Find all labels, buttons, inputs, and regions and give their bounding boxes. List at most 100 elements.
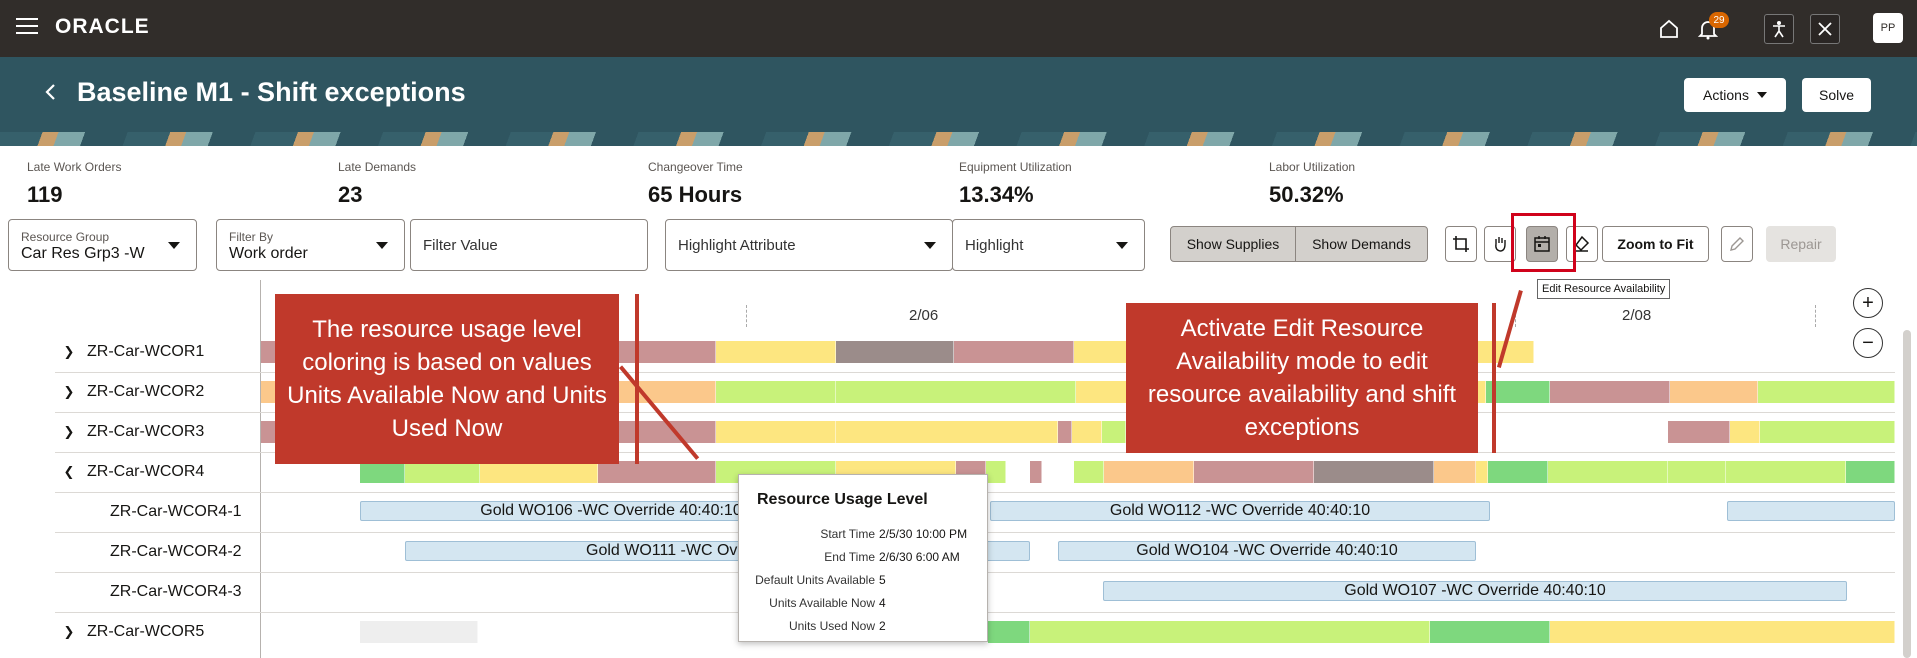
usage-level-segment[interactable] (1550, 621, 1895, 643)
usage-level-segment[interactable] (1548, 461, 1668, 483)
usage-level-segment[interactable] (405, 461, 480, 483)
usage-level-segment[interactable] (1758, 381, 1895, 403)
metric-value: 119 (27, 182, 63, 207)
usage-level-segment[interactable] (1476, 461, 1488, 483)
row-wcor4-1[interactable]: ZR-Car-WCOR4-1 (110, 492, 242, 532)
field-placeholder: Filter Value (423, 237, 498, 254)
usage-level-segment[interactable] (1194, 461, 1314, 483)
usage-level-segment[interactable] (1670, 381, 1758, 403)
accessibility-icon[interactable] (1764, 14, 1794, 44)
highlight-select[interactable]: Highlight (952, 219, 1145, 271)
row-wcor4-2[interactable]: ZR-Car-WCOR4-2 (110, 532, 242, 572)
usage-level-segment[interactable] (480, 461, 598, 483)
usage-level-segment[interactable] (716, 341, 836, 363)
usage-level-segment[interactable] (836, 381, 1076, 403)
usage-level-segment[interactable] (1030, 461, 1042, 483)
metric-label: Late Work Orders (27, 160, 122, 174)
metric-value: 23 (338, 182, 363, 207)
repair-button[interactable]: Repair (1766, 226, 1836, 262)
row-wcor2[interactable]: ❯ ZR-Car-WCOR2 (55, 372, 205, 412)
usage-level-segment[interactable] (1072, 421, 1102, 443)
popup-key: Units Available Now (769, 596, 875, 610)
chevron-right-icon[interactable]: ❯ (55, 384, 83, 400)
popup-row: Start Time 2/5/30 10:00 PM (739, 527, 989, 545)
usage-level-segment[interactable] (716, 421, 836, 443)
row-wcor4[interactable]: ❮ ZR-Car-WCOR4 (55, 452, 205, 492)
metric-label: Late Demands (338, 160, 417, 174)
usage-level-segment[interactable] (1760, 421, 1895, 443)
usage-level-segment[interactable] (1030, 621, 1430, 643)
usage-level-segment[interactable] (954, 341, 1074, 363)
work-order-bar[interactable] (1727, 501, 1895, 521)
usage-level-segment[interactable] (1668, 421, 1730, 443)
usage-level-segment[interactable] (1668, 461, 1726, 483)
metric-label: Equipment Utilization (959, 160, 1072, 174)
usage-level-segment[interactable] (1058, 421, 1072, 443)
eraser-tool-button[interactable] (1566, 226, 1598, 262)
zoom-to-fit-button[interactable]: Zoom to Fit (1602, 226, 1709, 262)
usage-level-segment[interactable] (1726, 461, 1846, 483)
usage-level-segment[interactable] (986, 461, 1006, 483)
metric-changeover-time: Changeover Time 65 Hours (648, 160, 743, 208)
chevron-left-icon[interactable] (44, 83, 58, 106)
edit-resource-availability-button[interactable] (1526, 226, 1558, 262)
filter-by-select[interactable]: Filter By Work order (216, 219, 405, 271)
callout-right: Activate Edit Resource Availability mode… (1126, 303, 1478, 453)
usage-level-segment[interactable] (836, 341, 954, 363)
usage-level-segment[interactable] (1102, 421, 1126, 443)
hand-icon (1495, 237, 1506, 252)
edit-button[interactable] (1721, 226, 1753, 262)
usage-level-segment[interactable] (1104, 461, 1194, 483)
home-icon[interactable] (1654, 14, 1684, 44)
chevron-right-icon[interactable]: ❯ (55, 624, 83, 640)
popup-value: 2/6/30 6:00 AM (879, 550, 960, 564)
popup-value: 4 (879, 596, 886, 610)
usage-level-segment[interactable] (360, 461, 405, 483)
actions-button[interactable]: Actions (1684, 78, 1786, 112)
chevron-down-icon[interactable]: ❮ (55, 464, 83, 480)
solve-button[interactable]: Solve (1802, 78, 1871, 112)
usage-level-segment[interactable] (360, 621, 478, 643)
row-wcor4-3[interactable]: ZR-Car-WCOR4-3 (110, 572, 242, 612)
highlight-attribute-select[interactable]: Highlight Attribute (665, 219, 953, 271)
resource-group-select[interactable]: Resource Group Car Res Grp3 -W (8, 219, 197, 271)
usage-level-segment[interactable] (1488, 461, 1548, 483)
row-wcor1[interactable]: ❯ ZR-Car-WCOR1 (55, 332, 205, 372)
usage-level-segment[interactable] (1550, 381, 1670, 403)
metric-label: Changeover Time (648, 160, 743, 174)
work-order-bar[interactable]: Gold WO107 -WC Override 40:40:10 (1103, 581, 1847, 601)
usage-level-segment[interactable] (1846, 461, 1895, 483)
metric-value: 50.32% (1269, 182, 1344, 207)
chevron-right-icon[interactable]: ❯ (55, 424, 83, 440)
show-demands-button[interactable]: Show Demands (1295, 226, 1428, 262)
row-label: ZR-Car-WCOR4-1 (110, 503, 242, 520)
usage-level-segment[interactable] (1434, 461, 1476, 483)
work-order-bar[interactable]: Gold WO104 -WC Override 40:40:10 (1058, 541, 1476, 561)
actions-label: Actions (1703, 87, 1749, 103)
zoom-out-button[interactable]: − (1853, 328, 1883, 358)
menu-icon[interactable] (16, 18, 38, 36)
usage-level-segment[interactable] (598, 461, 716, 483)
select-tool-button[interactable] (1445, 226, 1477, 262)
filter-value-input[interactable]: Filter Value (410, 219, 648, 271)
usage-level-segment[interactable] (1730, 421, 1760, 443)
usage-level-segment[interactable] (1314, 461, 1434, 483)
chevron-right-icon[interactable]: ❯ (55, 344, 83, 360)
vertical-scrollbar[interactable] (1903, 330, 1911, 658)
usage-level-segment[interactable] (836, 421, 1058, 443)
zoom-in-button[interactable]: + (1853, 288, 1883, 318)
show-supplies-button[interactable]: Show Supplies (1170, 226, 1296, 262)
row-wcor3[interactable]: ❯ ZR-Car-WCOR3 (55, 412, 205, 452)
work-order-bar[interactable]: Gold WO112 -WC Override 40:40:10 (990, 501, 1490, 521)
usage-level-segment[interactable] (716, 381, 836, 403)
usage-level-segment[interactable] (1430, 621, 1550, 643)
usage-level-segment[interactable] (1074, 461, 1104, 483)
caret-down-icon (376, 242, 388, 249)
tools-icon[interactable] (1810, 14, 1840, 44)
pan-tool-button[interactable] (1484, 226, 1516, 262)
avatar[interactable]: PP (1873, 13, 1903, 43)
popup-key: Start Time (820, 527, 875, 541)
row-wcor5[interactable]: ❯ ZR-Car-WCOR5 (55, 612, 205, 652)
field-placeholder: Highlight Attribute (678, 237, 796, 254)
usage-level-segment[interactable] (988, 621, 1030, 643)
